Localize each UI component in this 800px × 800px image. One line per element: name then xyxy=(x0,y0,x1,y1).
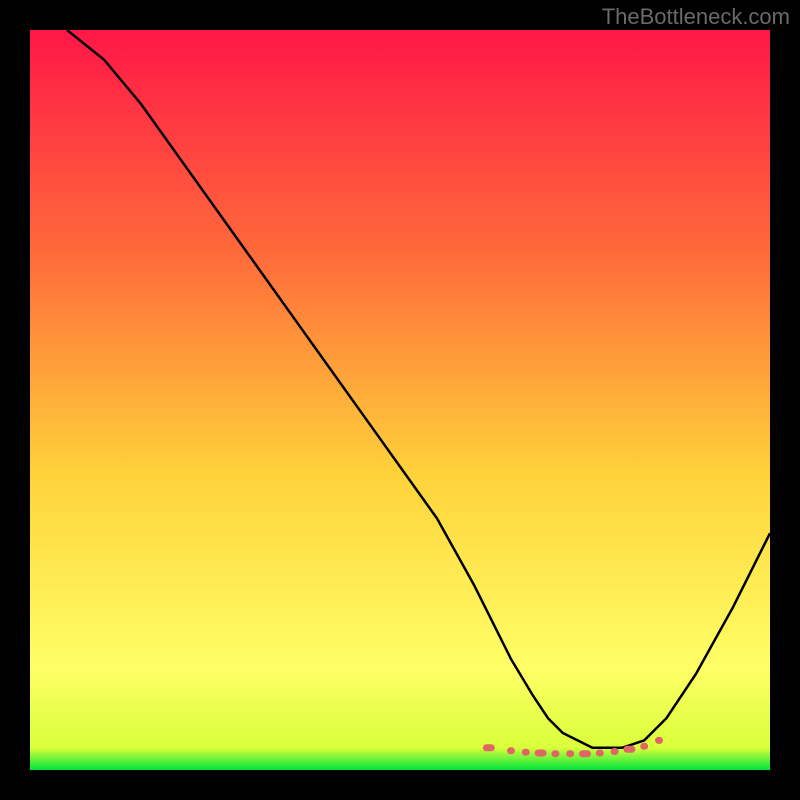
marker-dash xyxy=(640,743,648,750)
marker-dash xyxy=(596,750,604,757)
chart-container: TheBottleneck.com xyxy=(0,0,800,800)
gradient-rect xyxy=(30,30,770,770)
gradient-background xyxy=(30,30,770,770)
marker-dash xyxy=(623,746,635,753)
marker-dash xyxy=(655,737,663,744)
marker-dash xyxy=(579,750,591,757)
marker-dash xyxy=(507,747,515,754)
marker-dash xyxy=(551,750,559,757)
marker-dash xyxy=(522,749,530,756)
marker-dash xyxy=(611,748,619,755)
marker-dash xyxy=(566,750,574,757)
plot-area xyxy=(30,30,770,770)
watermark-text: TheBottleneck.com xyxy=(602,4,790,30)
chart-svg xyxy=(30,30,770,770)
marker-dash xyxy=(483,744,495,751)
marker-dash xyxy=(535,750,547,757)
